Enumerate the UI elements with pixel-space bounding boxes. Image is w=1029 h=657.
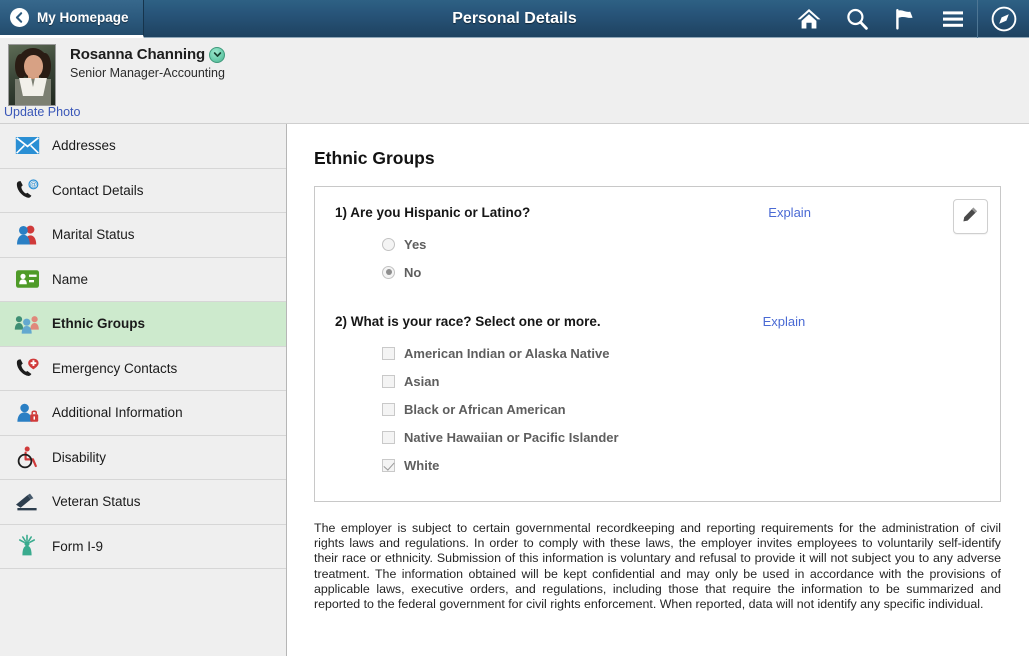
sidebar-item-form-i9[interactable]: Form I-9 — [0, 525, 286, 569]
checkbox-label-white: White — [404, 457, 440, 473]
checkbox-option-asian[interactable]: Asian — [382, 367, 982, 395]
app-header: My Homepage Personal Details — [0, 0, 1029, 38]
back-tab-label: My Homepage — [37, 10, 129, 25]
id-card-icon — [10, 264, 44, 294]
page-title: Ethnic Groups — [314, 148, 435, 168]
chevron-left-icon — [10, 8, 29, 27]
profile-name-row: Rosanna Channing — [70, 46, 226, 63]
compass-nav-icon[interactable] — [977, 0, 1029, 38]
radio-label-yes: Yes — [404, 236, 427, 252]
statue-of-liberty-icon — [10, 531, 44, 561]
sidebar-item-emergency-contacts[interactable]: Emergency Contacts — [0, 347, 286, 391]
checkbox-option-native-hawaiian[interactable]: Native Hawaiian or Pacific Islander — [382, 423, 982, 451]
question-1-options: Yes No — [335, 230, 982, 286]
sidebar-item-contact-details[interactable]: @ Contact Details — [0, 169, 286, 213]
group-people-icon — [10, 309, 44, 339]
update-photo-link[interactable]: Update Photo — [4, 105, 80, 119]
question-2-options: American Indian or Alaska Native Asian B… — [335, 339, 982, 479]
navigation-sidebar: Addresses @ Contact Details Marital Stat… — [0, 124, 287, 656]
question-2-block: 2) What is your race? Select one or more… — [335, 314, 982, 479]
sidebar-item-additional-information[interactable]: Additional Information — [0, 391, 286, 436]
radio-option-yes[interactable]: Yes — [382, 230, 982, 258]
sidebar-item-label: Addresses — [52, 138, 116, 154]
home-icon[interactable] — [785, 0, 833, 38]
employee-profile-strip: Rosanna Channing Senior Manager-Accounti… — [0, 38, 1029, 124]
phone-at-icon: @ — [10, 175, 44, 205]
avatar[interactable] — [8, 44, 56, 106]
checkbox-white[interactable] — [382, 458, 395, 472]
header-icon-group — [785, 0, 1029, 38]
question-2-row: 2) What is your race? Select one or more… — [335, 314, 982, 329]
back-to-homepage-tab[interactable]: My Homepage — [0, 0, 144, 38]
sidebar-item-label: Disability — [52, 449, 107, 465]
radio-option-no[interactable]: No — [382, 258, 982, 286]
checkbox-american-indian[interactable] — [382, 346, 395, 360]
main-content: Ethnic Groups 1) Are you Hispanic or Lat… — [287, 124, 1029, 656]
sidebar-item-name[interactable]: Name — [0, 258, 286, 302]
question-1-text: 1) Are you Hispanic or Latino? — [335, 205, 531, 220]
checkbox-label-black-african-american: Black or African American — [404, 401, 566, 417]
sidebar-item-veteran-status[interactable]: Veteran Status — [0, 480, 286, 525]
person-lock-icon — [10, 398, 44, 428]
checkbox-option-white[interactable]: White — [382, 451, 982, 479]
employee-job-title: Senior Manager-Accounting — [70, 66, 225, 80]
question-2-text: 2) What is your race? Select one or more… — [335, 314, 601, 329]
two-people-icon — [10, 220, 44, 250]
radio-button-yes[interactable] — [382, 237, 395, 251]
checkbox-option-black-african-american[interactable]: Black or African American — [382, 395, 982, 423]
svg-text:@: @ — [30, 180, 38, 189]
checkbox-black-african-american[interactable] — [382, 402, 395, 416]
search-icon[interactable] — [833, 0, 881, 38]
sidebar-item-marital-status[interactable]: Marital Status — [0, 213, 286, 258]
explain-link-question-1[interactable]: Explain — [768, 205, 811, 220]
question-1-block: 1) Are you Hispanic or Latino? Explain Y… — [335, 205, 982, 286]
edit-button[interactable] — [953, 199, 988, 234]
radio-button-no[interactable] — [382, 265, 395, 279]
hamburger-menu-icon[interactable] — [929, 0, 977, 38]
flag-icon[interactable] — [881, 0, 929, 38]
employee-name: Rosanna Channing — [70, 46, 206, 63]
disclaimer-text: The employer is subject to certain gover… — [314, 521, 1001, 612]
radio-label-no: No — [404, 264, 422, 280]
checkbox-asian[interactable] — [382, 374, 395, 388]
checkbox-label-native-hawaiian: Native Hawaiian or Pacific Islander — [404, 429, 619, 445]
sidebar-item-addresses[interactable]: Addresses — [0, 124, 286, 169]
sidebar-item-label: Additional Information — [52, 405, 183, 421]
page-body: Addresses @ Contact Details Marital Stat… — [0, 124, 1029, 656]
sidebar-item-disability[interactable]: Disability — [0, 436, 286, 480]
sidebar-item-label: Veteran Status — [52, 494, 141, 510]
phone-medical-icon — [10, 353, 44, 383]
chevron-down-badge-icon[interactable] — [209, 46, 226, 63]
checkbox-label-asian: Asian — [404, 373, 440, 389]
sidebar-item-label: Ethnic Groups — [52, 316, 146, 332]
wheelchair-icon — [10, 442, 44, 472]
checkbox-option-american-indian[interactable]: American Indian or Alaska Native — [382, 339, 982, 367]
explain-link-question-2[interactable]: Explain — [763, 314, 806, 329]
military-rank-icon — [10, 487, 44, 517]
checkbox-native-hawaiian[interactable] — [382, 430, 395, 444]
ethnic-groups-card: 1) Are you Hispanic or Latino? Explain Y… — [314, 186, 1001, 502]
sidebar-item-label: Name — [52, 271, 89, 287]
envelope-icon — [10, 131, 44, 161]
sidebar-item-label: Contact Details — [52, 182, 144, 198]
profile-text-block: Rosanna Channing Senior Manager-Accounti… — [56, 44, 226, 123]
sidebar-item-ethnic-groups[interactable]: Ethnic Groups — [0, 302, 286, 347]
sidebar-item-label: Marital Status — [52, 227, 135, 243]
checkbox-label-american-indian: American Indian or Alaska Native — [404, 345, 610, 361]
pencil-icon — [962, 206, 979, 228]
question-1-row: 1) Are you Hispanic or Latino? Explain — [335, 205, 982, 220]
sidebar-item-label: Emergency Contacts — [52, 360, 178, 376]
sidebar-item-label: Form I-9 — [52, 538, 104, 554]
